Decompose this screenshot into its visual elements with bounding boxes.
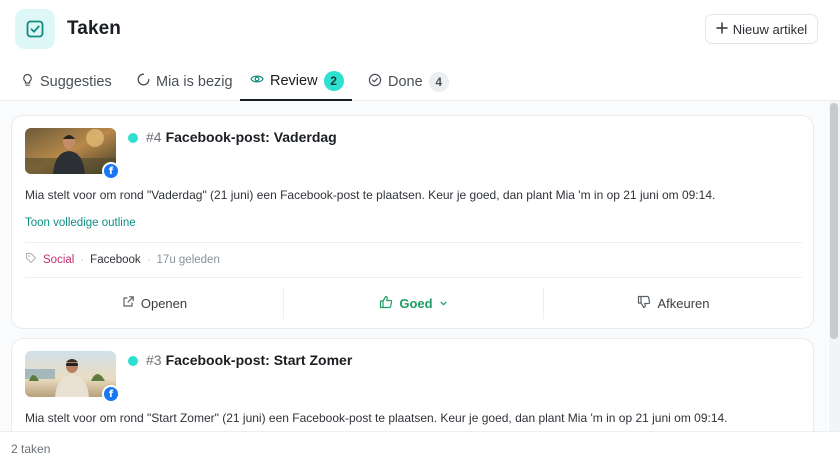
tab-done[interactable]: Done 4: [368, 62, 449, 101]
task-card: f #4 Facebook-post: Vaderdag Mia stelt v…: [11, 115, 814, 329]
scrollbar[interactable]: [829, 101, 840, 431]
plus-icon: [716, 21, 728, 37]
meta-separator: ·: [80, 253, 85, 266]
card-description: Mia stelt voor om rond "Start Zomer" (21…: [25, 411, 728, 425]
facebook-icon: f: [102, 162, 120, 180]
checkbox-square-icon: [15, 9, 55, 49]
external-link-icon: [122, 295, 135, 311]
card-number: #4: [146, 129, 162, 145]
card-meta: Social · Facebook · 17u geleden: [25, 252, 220, 267]
eye-icon: [250, 73, 264, 89]
divider: [25, 277, 802, 278]
divider: [25, 242, 802, 243]
chevron-down-icon: [439, 296, 448, 311]
facebook-icon: f: [102, 385, 120, 403]
show-outline-link[interactable]: Toon volledige outline: [25, 217, 136, 229]
open-button[interactable]: Openen: [25, 279, 284, 327]
timestamp: 17u geleden: [156, 253, 220, 266]
tab-suggesties[interactable]: Suggesties: [21, 62, 112, 101]
task-card: f #3 Facebook-post: Start Zomer Mia stel…: [11, 338, 814, 431]
meta-separator: ·: [146, 253, 151, 266]
tab-mia-is-bezig[interactable]: Mia is bezig: [137, 62, 233, 101]
tab-review[interactable]: Review 2: [240, 62, 352, 101]
card-title-text: Facebook-post: Start Zomer: [165, 352, 353, 368]
reject-label: Afkeuren: [657, 295, 710, 311]
reject-button[interactable]: Afkeuren: [544, 279, 803, 327]
card-number: #3: [146, 352, 162, 368]
approve-button[interactable]: Goed: [284, 279, 543, 327]
new-article-button[interactable]: Nieuw artikel: [705, 14, 818, 44]
done-count-badge: 4: [428, 71, 449, 92]
status-dot: [128, 356, 138, 366]
tab-label: Suggesties: [40, 73, 112, 90]
thumbs-up-icon: [379, 295, 393, 312]
new-article-label: Nieuw artikel: [732, 21, 808, 37]
spinner-icon: [137, 73, 150, 90]
task-count: 2 taken: [11, 442, 51, 456]
task-list[interactable]: f #4 Facebook-post: Vaderdag Mia stelt v…: [0, 101, 828, 431]
footer: 2 taken: [0, 431, 840, 467]
tab-label: Mia is bezig: [156, 73, 233, 90]
open-label: Openen: [140, 295, 188, 311]
approve-label: Goed: [399, 295, 433, 311]
thumbs-down-icon: [637, 295, 651, 312]
lightbulb-icon: [21, 73, 34, 91]
card-description: Mia stelt voor om rond "Vaderdag" (21 ju…: [25, 188, 716, 202]
status-dot: [128, 133, 138, 143]
review-count-badge: 2: [323, 70, 344, 91]
tab-label: Done: [388, 73, 423, 90]
card-title[interactable]: #3 Facebook-post: Start Zomer: [146, 352, 352, 368]
page-header: Taken Nieuw artikel: [0, 0, 840, 60]
tab-label: Review: [270, 72, 318, 89]
card-actions: Openen Goed Afkeuren: [12, 279, 813, 327]
page-title: Taken: [67, 18, 122, 39]
scrollbar-thumb[interactable]: [830, 103, 838, 339]
check-circle-icon: [368, 73, 382, 91]
tab-bar: Suggesties Mia is bezig Review 2 Done 4: [0, 62, 840, 101]
card-title-text: Facebook-post: Vaderdag: [165, 129, 337, 145]
category-tag[interactable]: Social: [43, 254, 74, 266]
tag-icon: [25, 252, 37, 267]
card-title[interactable]: #4 Facebook-post: Vaderdag: [146, 129, 337, 145]
platform-label: Facebook: [90, 253, 141, 266]
